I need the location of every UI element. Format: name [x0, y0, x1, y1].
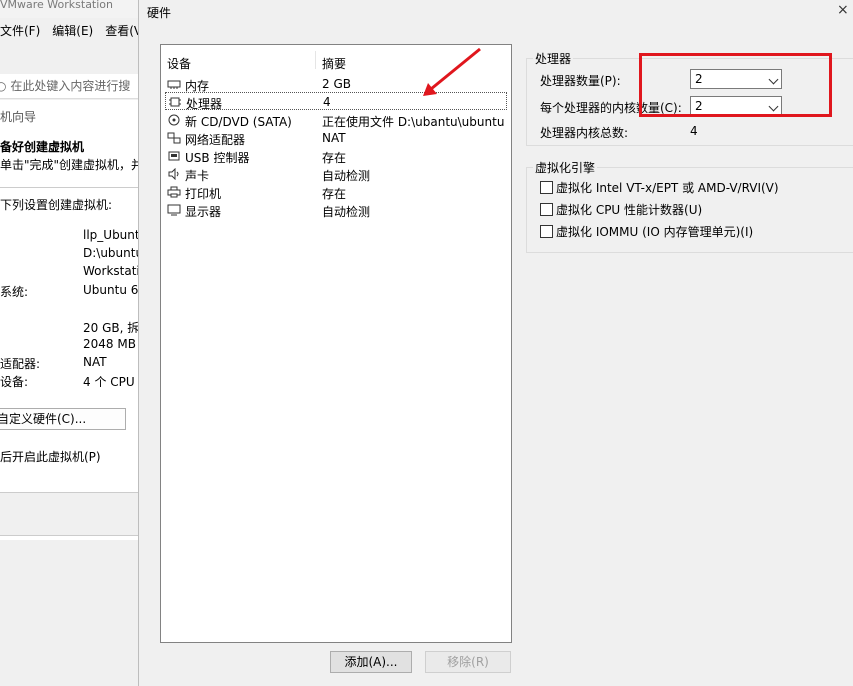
column-header-summary[interactable]: 摘要: [322, 55, 346, 72]
sound-icon: [168, 168, 179, 180]
wizard-title: 机向导: [0, 110, 37, 124]
device-row-sound-card[interactable]: 声卡 自动检测: [165, 165, 507, 183]
processor-icon: [169, 97, 181, 107]
close-icon[interactable]: ×: [837, 2, 849, 18]
wizard-section-text: 下列设置创建虚拟机:: [0, 198, 113, 212]
total-cores-value: 4: [690, 124, 698, 138]
setting-value: NAT: [83, 355, 107, 369]
setting-value: D:\ubuntu: [83, 246, 138, 260]
column-divider: [315, 51, 316, 69]
setting-label: 适配器:: [0, 357, 41, 371]
virtualize-vtx-checkbox[interactable]: [540, 181, 553, 194]
total-cores-label: 处理器内核总数:: [540, 126, 629, 140]
printer-icon: [167, 186, 181, 198]
dialog-title: 硬件: [147, 6, 172, 20]
device-summary: 自动检测: [322, 169, 371, 183]
wizard-subheading: 单击"完成"创建虚拟机，并: [0, 158, 138, 172]
virtualize-iommu-checkbox[interactable]: [540, 225, 553, 238]
setting-value: 2048 MB: [83, 337, 136, 351]
device-row-cd-dvd[interactable]: 新 CD/DVD (SATA) 正在使用文件 D:\ubantu\ubuntu: [165, 111, 507, 129]
annotation-highlight-box: [639, 53, 832, 117]
setting-label: 设备:: [0, 375, 29, 389]
search-placeholder: 在此处键入内容进行搜: [10, 79, 131, 93]
device-name: 处理器: [186, 97, 223, 111]
library-search-input[interactable]: ○ 在此处键入内容进行搜: [0, 74, 138, 99]
search-icon: ○: [0, 79, 6, 93]
cd-dvd-icon: [168, 114, 180, 126]
processor-count-label: 处理器数量(P):: [540, 74, 621, 88]
divider: [0, 187, 138, 188]
setting-value: llp_Ubuntu: [83, 228, 138, 242]
background-menubar: 文件(F) 编辑(E) 查看(V: [0, 20, 138, 42]
device-name: USB 控制器: [185, 151, 250, 165]
device-row-network-adapter[interactable]: 网络适配器 NAT: [165, 129, 507, 147]
remove-device-button[interactable]: 移除(R): [425, 651, 511, 673]
setting-value: Workstation: [83, 264, 138, 278]
device-name: 网络适配器: [185, 133, 246, 147]
wizard-heading: 备好创建虚拟机: [0, 140, 85, 154]
column-header-device[interactable]: 设备: [167, 55, 191, 72]
virtualize-iommu-label[interactable]: 虚拟化 IOMMU (IO 内存管理单元)(I): [556, 223, 753, 240]
network-adapter-icon: [167, 132, 181, 144]
device-name: 声卡: [185, 169, 210, 183]
virtualize-cpu-counters-checkbox[interactable]: [540, 203, 553, 216]
menu-file[interactable]: 文件(F): [0, 20, 40, 42]
virtualize-vtx-label[interactable]: 虚拟化 Intel VT-x/EPT 或 AMD-V/RVI(V): [556, 179, 779, 196]
device-name: 新 CD/DVD (SATA): [185, 115, 292, 129]
power-on-checkbox-label[interactable]: 后开启此虚拟机(P): [0, 448, 101, 465]
device-summary: 存在: [322, 151, 347, 165]
device-name: 打印机: [185, 187, 222, 201]
device-summary: 存在: [322, 187, 347, 201]
usb-icon: [168, 151, 180, 161]
menu-edit[interactable]: 编辑(E): [52, 20, 93, 42]
background-wizard-window: VMware Workstation 文件(F) 编辑(E) 查看(V ○ 在此处键…: [0, 0, 138, 686]
wizard-footer: [0, 492, 138, 536]
setting-value: Ubuntu 64: [83, 283, 138, 297]
device-row-usb-controller[interactable]: USB 控制器 存在: [165, 147, 507, 165]
device-name: 显示器: [185, 205, 222, 219]
device-summary: 正在使用文件 D:\ubantu\ubuntu: [322, 115, 505, 129]
menu-view[interactable]: 查看(V: [105, 20, 138, 42]
setting-value: 4 个 CPU: [83, 375, 135, 389]
device-list[interactable]: 设备 摘要 内存 2 GB 处理器 4 新 CD/DVD (SATA) 正在使用…: [160, 44, 512, 643]
customize-hardware-button[interactable]: 自定义硬件(C)...: [0, 408, 126, 430]
processor-group-legend: 处理器: [535, 52, 572, 66]
device-row-display[interactable]: 显示器 自动检测: [165, 201, 507, 219]
virtualization-group-legend: 虚拟化引擎: [535, 161, 596, 175]
device-row-printer[interactable]: 打印机 存在: [165, 183, 507, 201]
setting-label: 系统:: [0, 285, 29, 299]
display-icon: [167, 204, 181, 216]
annotation-arrow-icon: [423, 47, 481, 96]
device-summary: 自动检测: [322, 205, 371, 219]
setting-value: 20 GB, 拆: [83, 321, 138, 335]
device-summary: NAT: [322, 131, 346, 145]
background-window-title: VMware Workstation: [0, 0, 138, 18]
memory-icon: [167, 80, 181, 89]
add-device-button[interactable]: 添加(A)...: [330, 651, 412, 673]
virtualize-cpu-counters-label[interactable]: 虚拟化 CPU 性能计数器(U): [556, 201, 702, 218]
